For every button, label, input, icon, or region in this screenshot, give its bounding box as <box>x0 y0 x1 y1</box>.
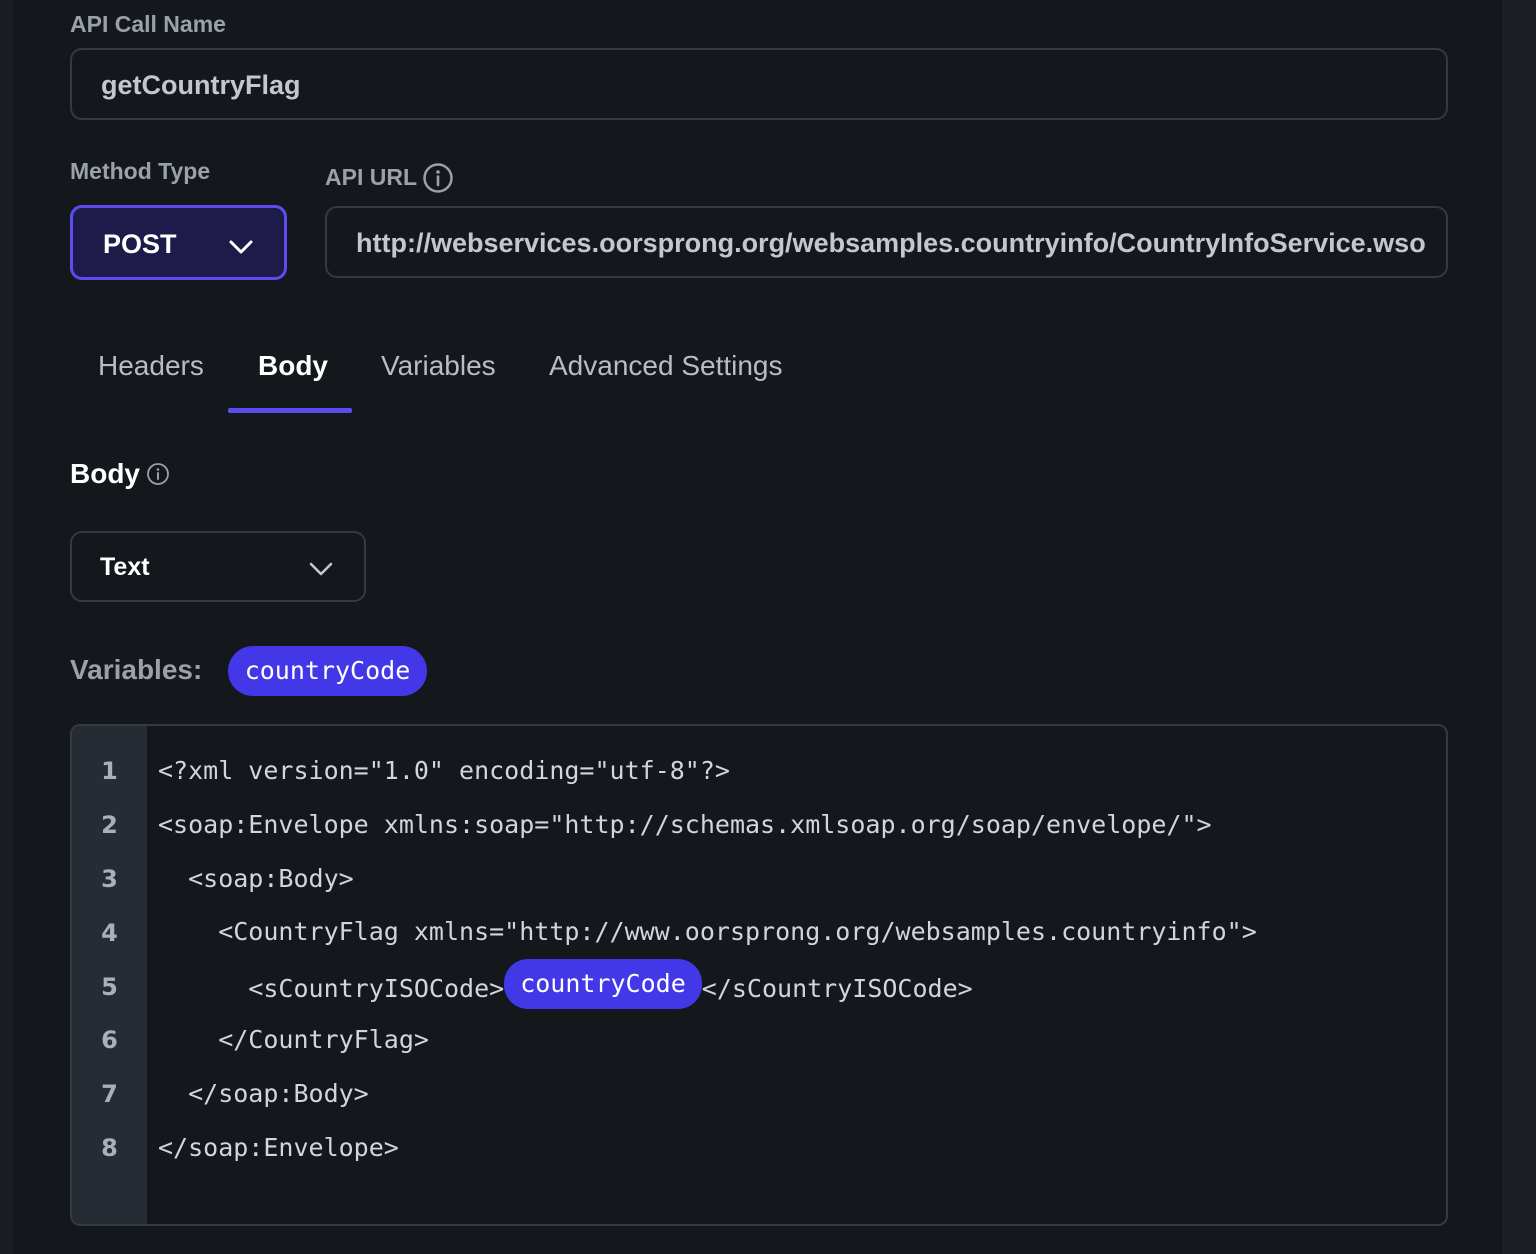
variable-chip-countrycode[interactable]: countryCode <box>228 646 427 696</box>
code-line: <CountryFlag xmlns="http://www.oorsprong… <box>158 917 1257 946</box>
api-call-name-input[interactable]: getCountryFlag <box>70 48 1448 120</box>
active-tab-indicator <box>228 408 352 413</box>
code-line: <sCountryISOCode> countryCode </sCountryIS… <box>158 959 973 1009</box>
line-number: 1 <box>101 757 118 785</box>
body-info-icon[interactable] <box>146 462 170 486</box>
code-line: <soap:Body> <box>158 864 354 893</box>
method-type-select[interactable]: POST <box>70 205 287 280</box>
code-line-prefix: <sCountryISOCode> <box>158 974 505 1003</box>
code-line: </CountryFlag> <box>158 1025 429 1054</box>
chevron-down-icon <box>229 240 253 254</box>
code-line-suffix: </sCountryISOCode> <box>701 974 973 1003</box>
tab-headers[interactable]: Headers <box>98 350 204 382</box>
method-type-label: Method Type <box>70 158 211 184</box>
tab-advanced-settings[interactable]: Advanced Settings <box>549 350 783 382</box>
code-editor[interactable]: 1 2 3 4 5 6 7 8 <?xml version="1.0" enco… <box>70 724 1448 1226</box>
line-number: 8 <box>101 1134 118 1162</box>
api-url-label: API URL <box>325 164 417 190</box>
tab-variables[interactable]: Variables <box>381 350 496 382</box>
tab-body[interactable]: Body <box>258 350 328 382</box>
line-number: 2 <box>101 811 118 839</box>
api-call-name-value: getCountryFlag <box>101 70 301 100</box>
api-call-name-label: API Call Name <box>70 11 226 37</box>
body-section-title: Body <box>70 458 140 489</box>
left-panel-edge <box>0 0 14 1254</box>
line-number: 7 <box>101 1080 118 1108</box>
method-type-value: POST <box>103 229 177 259</box>
right-panel-edge <box>1502 0 1536 1254</box>
code-line: </soap:Body> <box>158 1079 369 1108</box>
line-number: 6 <box>101 1026 118 1054</box>
variables-label: Variables: <box>70 654 203 685</box>
line-number: 5 <box>101 973 118 1001</box>
body-type-value: Text <box>100 553 150 581</box>
code-line: <?xml version="1.0" encoding="utf-8"?> <box>158 756 730 785</box>
body-type-select[interactable]: Text <box>70 531 366 602</box>
line-number: 3 <box>101 865 118 893</box>
api-url-value: http://webservices.oorsprong.org/websamp… <box>356 228 1426 258</box>
inline-variable-chip[interactable]: countryCode <box>504 959 702 1009</box>
info-icon[interactable] <box>422 162 454 194</box>
chevron-down-icon <box>309 562 333 576</box>
code-line: <soap:Envelope xmlns:soap="http://schema… <box>158 810 1212 839</box>
line-number: 4 <box>101 919 118 947</box>
code-line: </soap:Envelope> <box>158 1133 399 1162</box>
api-url-input[interactable]: http://webservices.oorsprong.org/websamp… <box>325 206 1448 278</box>
